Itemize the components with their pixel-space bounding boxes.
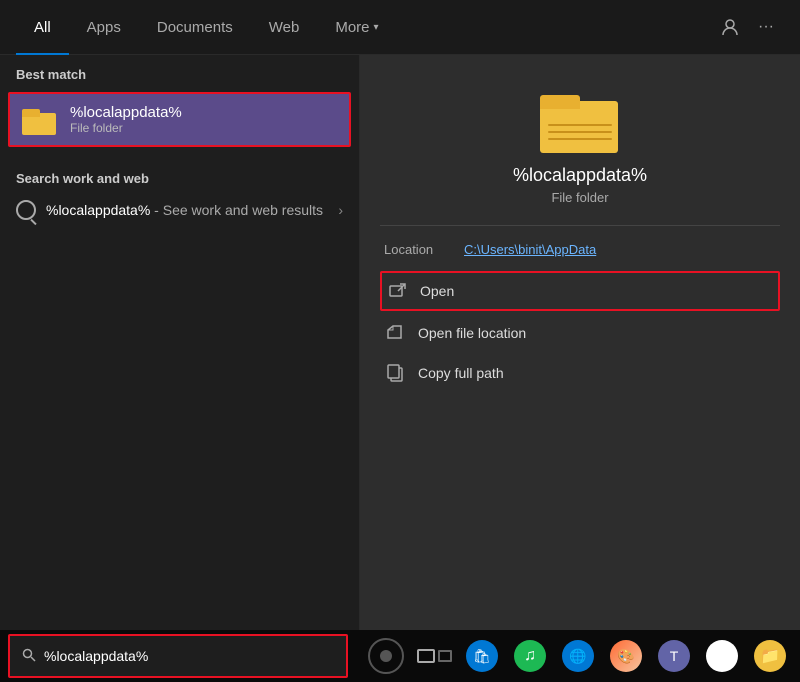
search-web-suffix: - See work and web results [150,202,323,218]
teams-icon: T [658,640,690,672]
search-web-item[interactable]: %localappdata% - See work and web result… [0,192,359,228]
open-action[interactable]: Open [380,271,780,311]
more-options-button[interactable]: ··· [748,9,784,45]
left-panel: Best match %localappdata% File folder Se… [0,55,360,630]
best-match-item[interactable]: %localappdata% File folder [8,92,351,147]
best-match-name: %localappdata% [70,104,182,121]
edge-button[interactable]: 🌐 [556,634,600,678]
search-web-icon [16,200,36,220]
main-content: Best match %localappdata% File folder Se… [0,55,800,630]
open-file-location-action[interactable]: Open file location [380,315,780,351]
chrome-button[interactable]: ⊕ [700,634,744,678]
tab-documents[interactable]: Documents [139,0,251,55]
divider [380,225,780,226]
best-match-type: File folder [70,121,182,135]
edge-icon: 🌐 [562,640,594,672]
top-nav: All Apps Documents Web More ▾ ··· [0,0,800,55]
tab-more[interactable]: More ▾ [317,0,396,55]
chrome-icon: ⊕ [706,640,738,672]
tab-web[interactable]: Web [251,0,318,55]
search-web-text: %localappdata% - See work and web result… [46,202,338,218]
open-file-location-label: Open file location [418,325,526,341]
tab-apps[interactable]: Apps [69,0,139,55]
spotify-icon: ♫ [514,640,546,672]
spotify-button[interactable]: ♫ [508,634,552,678]
photos-icon: 🎨 [610,640,642,672]
right-folder-name: %localappdata% [513,165,647,186]
best-match-label: Best match [0,55,359,88]
task-view-icon [417,649,452,663]
search-web-query: %localappdata% [46,202,150,218]
right-folder-type: File folder [551,190,608,205]
store-button[interactable]: 🛍 [460,634,504,678]
open-label: Open [420,283,454,299]
copy-full-path-icon [386,363,406,383]
location-value[interactable]: C:\Users\binit\AppData [464,242,596,257]
cortana-button[interactable] [364,634,408,678]
open-file-location-icon [386,323,406,343]
search-web-section: Search work and web %localappdata% - See… [0,159,359,228]
location-label: Location [384,242,464,257]
store-icon: 🛍 [466,640,498,672]
chevron-right-icon: › [338,202,343,218]
search-box[interactable] [8,634,348,678]
folder-lines [548,124,612,145]
best-match-text: %localappdata% File folder [70,104,182,135]
cortana-icon [368,638,404,674]
task-view-button[interactable] [412,634,456,678]
tab-all[interactable]: All [16,0,69,55]
taskbar-search-icon [22,648,36,665]
account-button[interactable] [712,9,748,45]
action-list: Open Open file location [380,271,780,391]
copy-full-path-action[interactable]: Copy full path [380,355,780,391]
folder-icon-large [540,85,620,153]
folder-icon-small [22,105,58,135]
location-row: Location C:\Users\binit\AppData [380,242,780,257]
open-icon [388,281,408,301]
right-panel: %localappdata% File folder Location C:\U… [360,55,800,630]
explorer-icon: 📁 [754,640,786,672]
search-input[interactable] [44,648,334,664]
copy-full-path-label: Copy full path [418,365,504,381]
teams-button[interactable]: T [652,634,696,678]
explorer-button[interactable]: 📁 [748,634,792,678]
more-arrow-icon: ▾ [374,22,379,33]
search-web-label: Search work and web [0,159,359,192]
taskbar: 🛍 ♫ 🌐 🎨 T ⊕ 📁 [0,630,800,682]
photos-button[interactable]: 🎨 [604,634,648,678]
